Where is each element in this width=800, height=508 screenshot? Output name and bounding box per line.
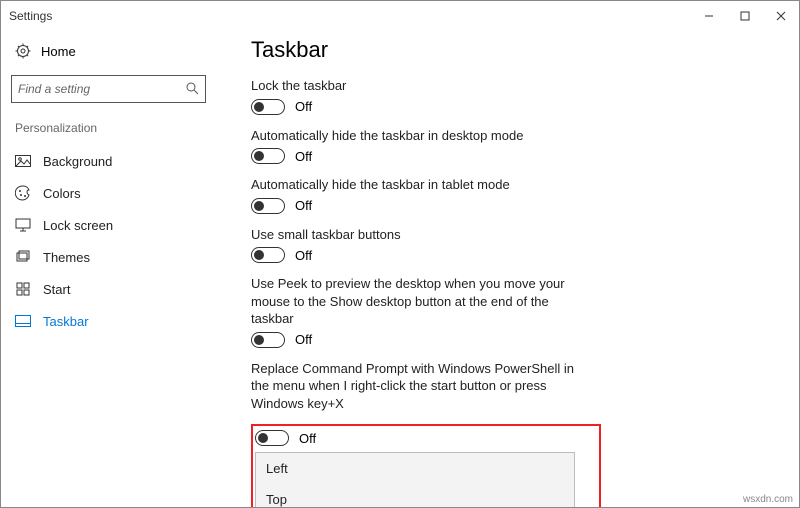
toggle-small-buttons[interactable] [251,247,285,263]
taskbar-icon [15,313,31,329]
sidebar-item-label: Start [43,282,70,297]
toggle-autohide-tablet[interactable] [251,198,285,214]
toggle-lock-taskbar[interactable] [251,99,285,115]
palette-icon [15,185,31,201]
toggle-peek[interactable] [251,332,285,348]
search-input[interactable]: Find a setting [11,75,206,103]
setting-label: Use small taskbar buttons [251,226,581,244]
main-panel: Taskbar Lock the taskbar Off Automatical… [231,31,799,507]
toggle-state: Off [295,99,312,114]
toggle-state: Off [295,248,312,263]
setting-label: Use Peek to preview the desktop when you… [251,275,581,328]
dropdown-option-left[interactable]: Left [256,453,574,484]
picture-icon [15,153,31,169]
close-button[interactable] [763,2,799,30]
themes-icon [15,249,31,265]
toggle-state: Off [295,149,312,164]
toggle-powershell[interactable] [255,430,289,446]
sidebar-home[interactable]: Home [11,37,221,65]
toggle-autohide-desktop[interactable] [251,148,285,164]
watermark: wsxdn.com [743,494,793,505]
dropdown-option-top[interactable]: Top [256,484,574,507]
monitor-icon [15,217,31,233]
setting-label: Lock the taskbar [251,77,581,95]
search-icon [185,81,199,98]
page-title: Taskbar [251,37,779,63]
sidebar-item-label: Lock screen [43,218,113,233]
setting-label: Replace Command Prompt with Windows Powe… [251,360,581,413]
minimize-button[interactable] [691,2,727,30]
toggle-state: Off [295,332,312,347]
titlebar: Settings [1,1,799,31]
taskbar-location-dropdown[interactable]: Left Top Right Bottom [255,452,575,507]
sidebar: Home Find a setting Personalization Back… [1,31,231,507]
start-icon [15,281,31,297]
sidebar-item-label: Colors [43,186,81,201]
toggle-state: Off [295,198,312,213]
sidebar-section-label: Personalization [11,117,221,139]
sidebar-item-start[interactable]: Start [11,273,221,305]
setting-label: Automatically hide the taskbar in tablet… [251,176,581,194]
highlight-box: Off Left Top Right Bottom [251,424,601,507]
window-title: Settings [9,9,52,23]
sidebar-item-label: Background [43,154,112,169]
toggle-state: Off [299,431,316,446]
maximize-button[interactable] [727,2,763,30]
setting-label: Automatically hide the taskbar in deskto… [251,127,581,145]
gear-icon [15,43,31,59]
sidebar-item-label: Taskbar [43,314,89,329]
sidebar-item-colors[interactable]: Colors [11,177,221,209]
sidebar-item-label: Themes [43,250,90,265]
search-placeholder: Find a setting [18,82,90,96]
sidebar-item-background[interactable]: Background [11,145,221,177]
sidebar-item-themes[interactable]: Themes [11,241,221,273]
sidebar-item-lockscreen[interactable]: Lock screen [11,209,221,241]
sidebar-home-label: Home [41,44,76,59]
sidebar-item-taskbar[interactable]: Taskbar [11,305,221,337]
